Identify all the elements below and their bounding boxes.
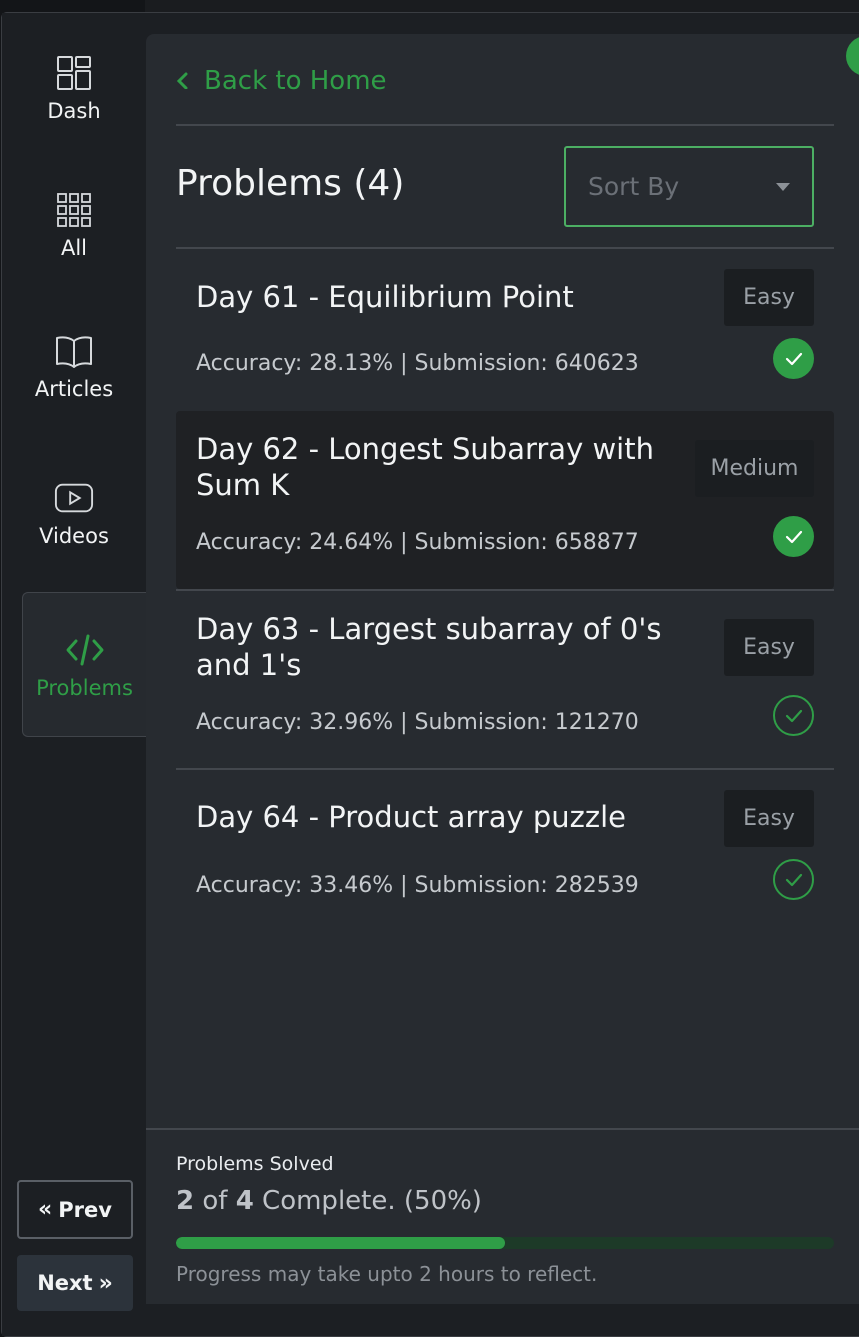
top-strip	[145, 0, 859, 12]
check-circle-icon	[773, 516, 814, 557]
total-count: 4	[235, 1186, 254, 1216]
sidebar-item-label: Articles	[34, 377, 114, 401]
problem-title[interactable]: Day 61 - Equilibrium Point	[196, 279, 676, 315]
problem-meta: Accuracy: 32.96% | Submission: 121270	[196, 710, 639, 735]
problem-row[interactable]: Day 62 - Longest Subarray with Sum K Acc…	[176, 411, 834, 589]
chevron-left-icon	[176, 66, 188, 96]
check-circle-outline-icon	[773, 859, 814, 900]
sidebar-item-label: Videos	[39, 524, 109, 548]
double-chevron-right-icon: »	[98, 1270, 113, 1296]
divider	[176, 124, 834, 126]
problem-row[interactable]: Day 64 - Product array puzzle Accuracy: …	[176, 770, 834, 925]
difficulty-badge: Easy	[724, 269, 814, 326]
back-link-label: Back to Home	[204, 66, 387, 96]
sidebar-item-all[interactable]: All	[2, 170, 146, 280]
page-title: Problems (4)	[176, 163, 405, 204]
sort-placeholder: Sort By	[588, 172, 680, 201]
solved-count: 2	[176, 1186, 195, 1216]
difficulty-badge: Easy	[724, 790, 814, 847]
problem-title[interactable]: Day 62 - Longest Subarray with Sum K	[196, 431, 676, 503]
progress-bar-fill	[176, 1237, 505, 1249]
problem-title[interactable]: Day 63 - Largest subarray of 0's and 1's	[196, 611, 676, 683]
double-chevron-left-icon: «	[38, 1197, 53, 1222]
sidebar-item-label: Problems	[36, 675, 133, 700]
problem-meta: Accuracy: 33.46% | Submission: 282539	[196, 873, 639, 898]
problem-meta: Accuracy: 28.13% | Submission: 640623	[196, 351, 639, 376]
prev-button-label: Prev	[58, 1197, 112, 1222]
sort-by-select[interactable]: Sort By	[564, 146, 814, 227]
next-button-label: Next	[37, 1271, 93, 1295]
sidebar-item-videos[interactable]: Videos	[2, 458, 146, 568]
progress-label: Problems Solved	[176, 1153, 334, 1175]
dashboard-icon	[54, 53, 94, 93]
next-button[interactable]: Next »	[17, 1255, 133, 1311]
check-circle-icon	[773, 338, 814, 379]
difficulty-badge: Easy	[724, 619, 814, 676]
back-to-home-link[interactable]: Back to Home	[176, 66, 387, 96]
sidebar-item-articles[interactable]: Articles	[2, 311, 146, 421]
problem-meta: Accuracy: 24.64% | Submission: 658877	[196, 530, 639, 555]
video-icon	[54, 478, 94, 518]
check-circle-outline-icon	[773, 695, 814, 736]
sidebar: Dash All Articles Videos Problems	[2, 13, 146, 1336]
difficulty-badge: Medium	[695, 440, 814, 497]
sidebar-item-dash[interactable]: Dash	[2, 33, 146, 143]
of-text: of	[202, 1186, 228, 1216]
grid-icon	[54, 190, 94, 230]
book-icon	[54, 331, 94, 371]
progress-bar	[176, 1237, 834, 1249]
code-icon	[65, 630, 105, 670]
progress-count: 2 of 4 Complete. (50%)	[176, 1186, 482, 1216]
problem-title[interactable]: Day 64 - Product array puzzle	[196, 799, 676, 835]
prev-button[interactable]: « Prev	[17, 1180, 133, 1239]
sidebar-item-problems[interactable]: Problems	[22, 592, 146, 737]
progress-note: Progress may take upto 2 hours to reflec…	[176, 1262, 598, 1286]
app-root: Dash All Articles Videos Problems « Prev…	[0, 0, 859, 1337]
complete-text: Complete. (50%)	[262, 1186, 482, 1216]
problem-row[interactable]: Day 63 - Largest subarray of 0's and 1's…	[176, 591, 834, 768]
caret-down-icon	[776, 182, 790, 191]
problem-row[interactable]: Day 61 - Equilibrium Point Accuracy: 28.…	[176, 249, 834, 410]
sidebar-item-label: All	[60, 236, 88, 260]
sidebar-item-label: Dash	[47, 99, 101, 123]
